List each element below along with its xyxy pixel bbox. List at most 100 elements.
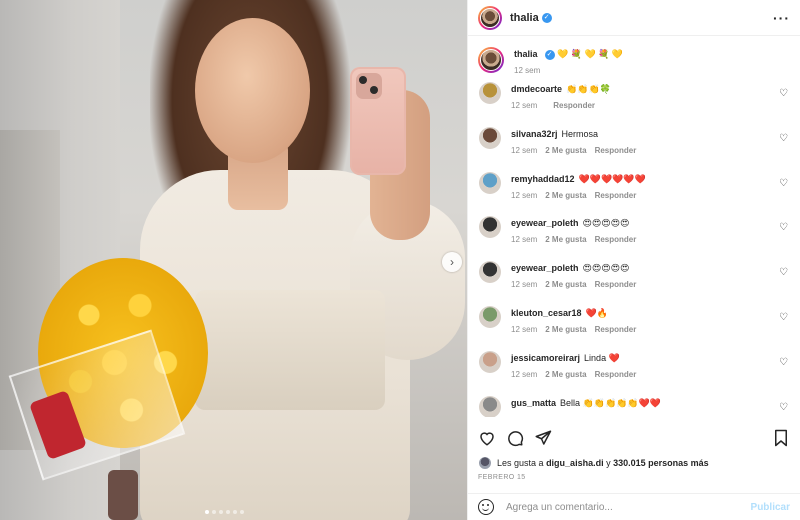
post-username[interactable]: thalia [510, 12, 539, 24]
carousel-dot [233, 510, 237, 514]
comment-username[interactable]: eyewear_poleth [511, 263, 579, 273]
heart-icon[interactable]: ♡ [779, 402, 788, 413]
comment-username[interactable]: gus_matta [511, 398, 556, 408]
post-side-panel: thalia ✓ ··· thalia ✓ 💛 💐 💛 💐 💛 12 sem dm… [467, 0, 800, 520]
comment-row: kleuton_cesar18 ❤️🔥 12 sem 2 Me gusta Respon… [478, 305, 790, 350]
next-slide-button[interactable]: › [442, 252, 462, 272]
carousel-dot [212, 510, 216, 514]
comment-username[interactable]: remyhaddad12 [511, 174, 575, 184]
comment-row: jessicamoreirarj Linda ❤️ 12 sem 2 Me gusta… [478, 350, 790, 395]
verified-badge-icon: ✓ [544, 49, 555, 60]
post-image[interactable]: › [0, 0, 467, 520]
bookmark-icon[interactable] [772, 429, 790, 447]
carousel-dot [240, 510, 244, 514]
avatar[interactable] [478, 47, 504, 73]
comment-username[interactable]: jessicamoreirarj [511, 353, 580, 363]
avatar[interactable] [478, 5, 502, 30]
comment-icon[interactable] [506, 429, 524, 447]
likes-count[interactable]: 330.015 personas más [613, 458, 709, 468]
comment-username[interactable]: eyewear_poleth [511, 218, 579, 228]
heart-icon[interactable]: ♡ [779, 267, 788, 278]
comment-time[interactable]: 12 sem [511, 146, 537, 155]
send-icon[interactable] [534, 429, 552, 447]
likes-prefix: Les gusta a [497, 458, 544, 468]
comment-time[interactable]: 12 sem [511, 280, 537, 289]
comment-text: 👏👏👏🍀 [566, 84, 611, 94]
carousel-dot [219, 510, 223, 514]
heart-icon[interactable] [478, 429, 496, 447]
caption-time: 12 sem [514, 66, 541, 75]
comment-row: silvana32rj Hermosa 12 sem 2 Me gusta Respon… [478, 126, 790, 171]
comment-likes[interactable]: 2 Me gusta [545, 146, 586, 155]
add-comment-bar: Publicar [468, 493, 800, 520]
avatar[interactable] [479, 395, 501, 417]
more-horizontal-icon[interactable]: ··· [773, 10, 790, 26]
comment-text: ❤️🔥 [585, 307, 608, 318]
comment-text: 😍😍😍😍😍 [582, 218, 630, 229]
comment-likes[interactable]: 2 Me gusta [545, 325, 586, 334]
comment-row: gus_matta Bella 👏👏👏👏👏❤️❤️ ♡ [478, 395, 790, 417]
comment-text: ❤️❤️❤️❤️❤️❤️ [578, 173, 646, 184]
post-caption: thalia ✓ 💛 💐 💛 💐 💛 12 sem [478, 37, 790, 81]
avatar[interactable] [479, 171, 501, 194]
comment-row: remyhaddad12 ❤️❤️❤️❤️❤️❤️ 12 sem 2 Me gusta… [478, 171, 790, 216]
likes-user[interactable]: digu_aisha.di [546, 458, 604, 468]
comment-username[interactable]: silvana32rj [511, 129, 558, 139]
comment-time[interactable]: 12 sem [511, 370, 537, 379]
comment-row: eyewear_poleth 😍😍😍😍😍 12 sem 2 Me gusta Respo… [478, 260, 790, 305]
heart-icon[interactable]: ♡ [779, 133, 788, 144]
post-actions [468, 424, 800, 452]
comment-text: 😍😍😍😍😍 [582, 263, 630, 274]
comment-username[interactable]: kleuton_cesar18 [511, 308, 582, 318]
comment-row: dmdecoarte 👏👏👏🍀 12 sem Responder ♡ [478, 81, 790, 126]
comment-likes[interactable]: 2 Me gusta [545, 280, 586, 289]
comments-list[interactable]: thalia ✓ 💛 💐 💛 💐 💛 12 sem dmdecoarte 👏👏👏🍀 1… [468, 37, 800, 417]
heart-icon[interactable]: ♡ [779, 222, 788, 233]
carousel-indicator [205, 510, 244, 514]
heart-icon[interactable]: ♡ [779, 88, 788, 99]
avatar[interactable] [479, 126, 501, 149]
photo-belt [195, 290, 385, 410]
post-header: thalia ✓ ··· [468, 0, 800, 36]
comment-reply-button[interactable]: Responder [595, 235, 637, 244]
comment-likes[interactable]: 2 Me gusta [545, 370, 586, 379]
post-comment-button[interactable]: Publicar [751, 502, 790, 513]
photo-bag [108, 470, 138, 520]
chevron-right-icon: › [450, 255, 454, 269]
caption-username[interactable]: thalia [514, 49, 538, 59]
carousel-dot [226, 510, 230, 514]
comment-likes[interactable]: 2 Me gusta [545, 191, 586, 200]
avatar[interactable] [479, 216, 501, 239]
heart-icon[interactable]: ♡ [779, 357, 788, 368]
avatar[interactable] [479, 261, 501, 284]
post-date[interactable]: FEBRERO 15 [478, 474, 526, 481]
emoji-icon[interactable] [478, 499, 494, 515]
verified-badge-icon: ✓ [541, 12, 552, 23]
avatar[interactable] [479, 305, 501, 328]
carousel-dot [205, 510, 209, 514]
comment-reply-button[interactable]: Responder [595, 146, 637, 155]
comment-row: eyewear_poleth 😍😍😍😍😍 12 sem 2 Me gusta Respo… [478, 215, 790, 260]
comment-reply-button[interactable]: Responder [595, 370, 637, 379]
comment-reply-button[interactable]: Responder [595, 191, 637, 200]
comment-time[interactable]: 12 sem [511, 101, 537, 110]
comment-username[interactable]: dmdecoarte [511, 84, 562, 94]
comment-time[interactable]: 12 sem [511, 235, 537, 244]
photo-face [195, 18, 310, 163]
heart-icon[interactable]: ♡ [779, 178, 788, 189]
comment-reply-button[interactable]: Responder [553, 101, 595, 110]
comment-text: Hermosa [561, 128, 599, 139]
comment-input[interactable] [506, 501, 751, 513]
avatar[interactable] [479, 350, 501, 373]
avatar [478, 456, 492, 470]
comment-time[interactable]: 12 sem [511, 191, 537, 200]
comment-likes[interactable]: 2 Me gusta [545, 235, 586, 244]
comment-reply-button[interactable]: Responder [595, 280, 637, 289]
comment-time[interactable]: 12 sem [511, 325, 537, 334]
photo-phone-camera [356, 73, 382, 99]
likes-summary[interactable]: Les gusta a digu_aisha.di y 330.015 pers… [478, 456, 709, 470]
comment-text: Linda ❤️ [584, 352, 620, 363]
comment-reply-button[interactable]: Responder [595, 325, 637, 334]
avatar[interactable] [479, 82, 501, 104]
heart-icon[interactable]: ♡ [779, 312, 788, 323]
